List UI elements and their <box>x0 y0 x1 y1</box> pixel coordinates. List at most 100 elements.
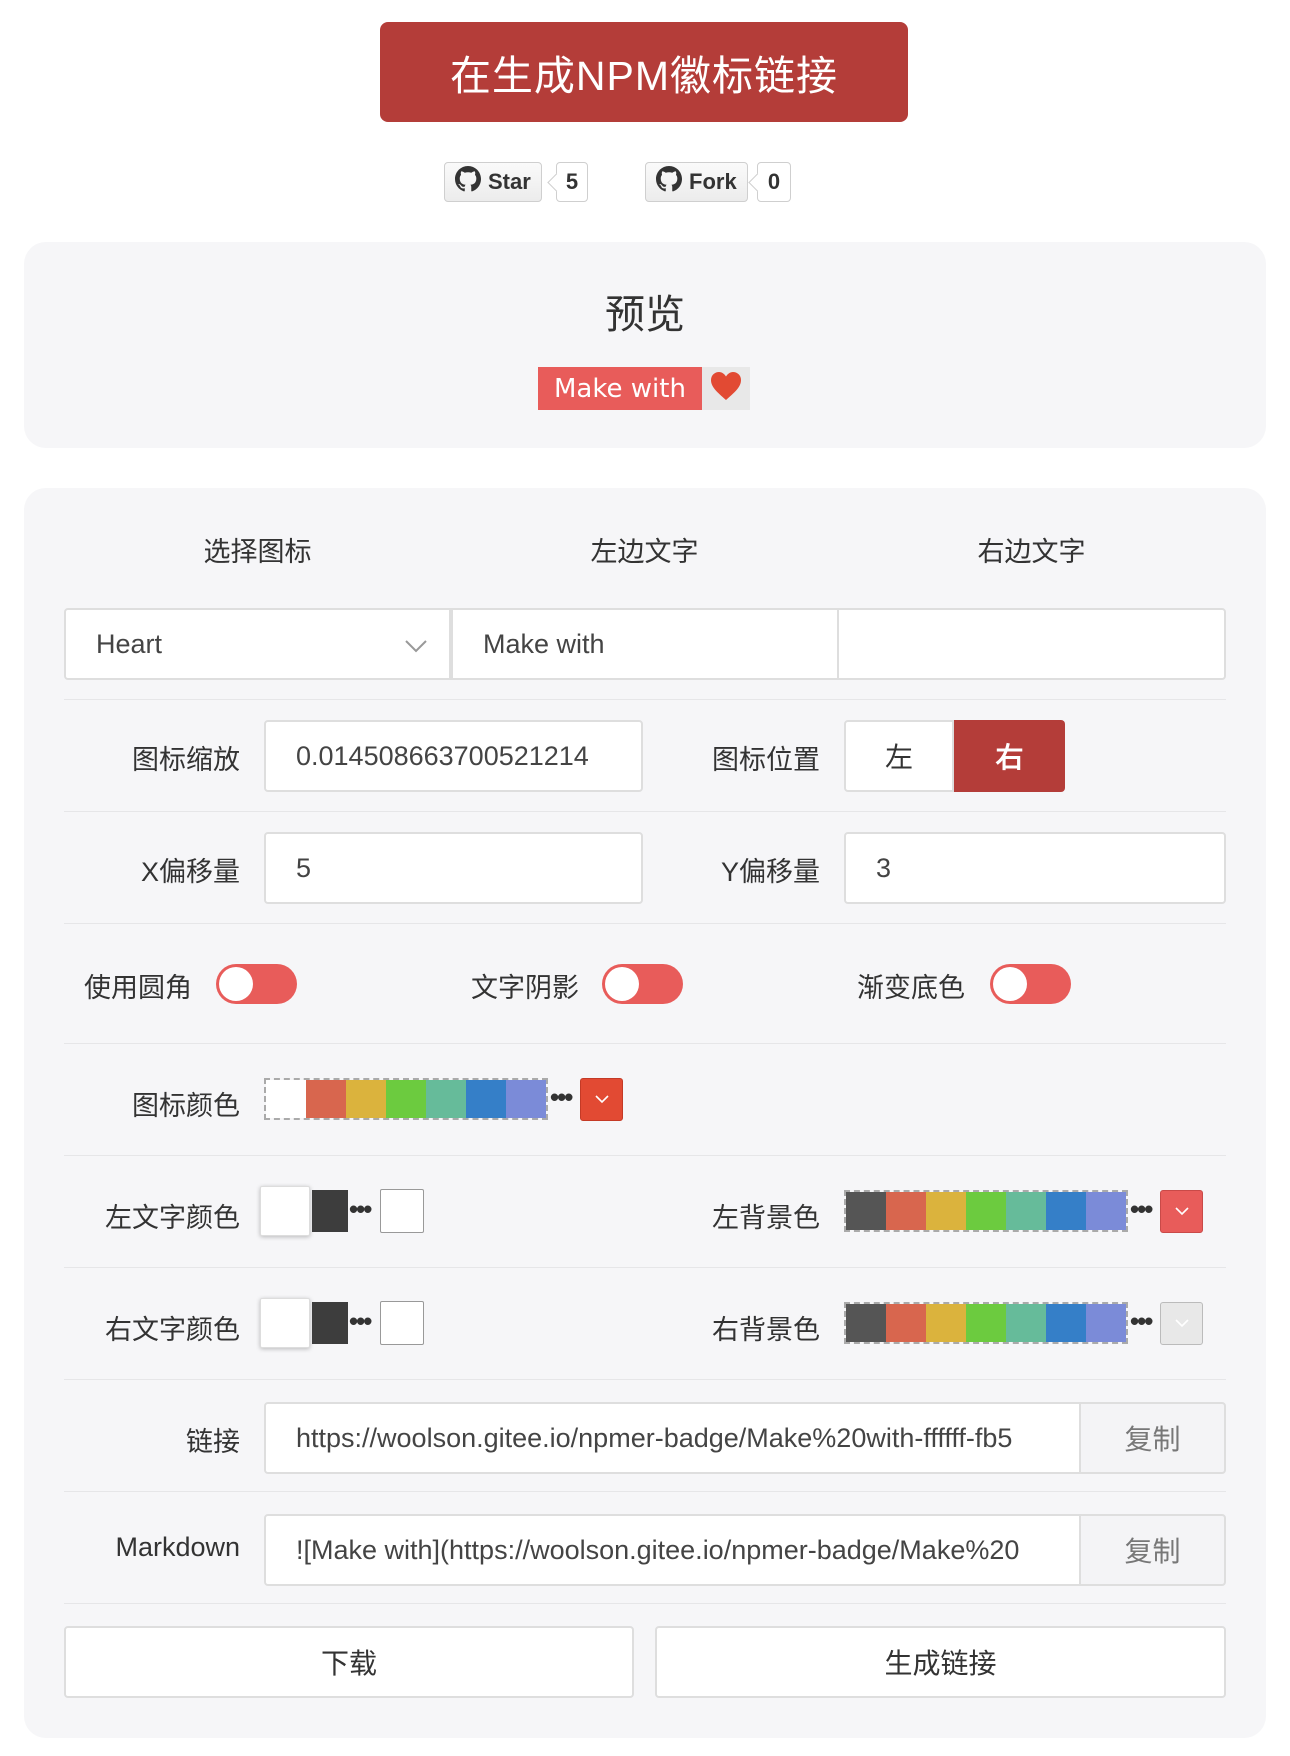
github-icon <box>656 166 682 198</box>
text-shadow-label: 文字阴影 <box>471 973 579 1003</box>
right-bg-color-label: 右背景色 <box>712 1315 820 1345</box>
switch-knob <box>993 967 1027 1001</box>
badge-preview: Make with <box>538 367 750 410</box>
rounded-corner-label: 使用圆角 <box>84 973 192 1003</box>
link-label: 链接 <box>186 1427 240 1457</box>
more-colors-icon[interactable]: ••• <box>1130 1196 1153 1222</box>
right-bg-color-picker[interactable] <box>1160 1302 1203 1345</box>
left-text-color-swatch-dark[interactable] <box>312 1190 348 1232</box>
swatch-green[interactable] <box>966 1192 1006 1230</box>
divider <box>64 1043 1226 1044</box>
badge-right <box>701 367 750 410</box>
right-text-input[interactable] <box>837 608 1226 680</box>
icon-color-label: 图标颜色 <box>132 1091 240 1121</box>
swatch-orange[interactable] <box>886 1192 926 1230</box>
swatch-purple[interactable] <box>506 1080 546 1118</box>
divider <box>64 1155 1226 1156</box>
swatch-yellow[interactable] <box>926 1304 966 1342</box>
divider <box>64 1603 1226 1604</box>
right-text-color-swatch-dark[interactable] <box>312 1302 348 1344</box>
scale-input[interactable]: 0.014508663700521214 <box>264 720 643 792</box>
more-colors-icon[interactable]: ••• <box>349 1196 372 1222</box>
icon-color-palette[interactable] <box>264 1078 548 1120</box>
swatch-yellow[interactable] <box>346 1080 386 1118</box>
x-offset-input[interactable]: 5 <box>264 832 643 904</box>
left-text-color-picker[interactable] <box>380 1189 424 1233</box>
left-bg-palette[interactable] <box>844 1190 1128 1232</box>
icon-select-value: Heart <box>96 628 163 659</box>
swatch-orange[interactable] <box>306 1080 346 1118</box>
right-text-color-label: 右文字颜色 <box>105 1315 240 1345</box>
x-offset-label: X偏移量 <box>140 857 240 887</box>
right-bg-palette[interactable] <box>844 1302 1128 1344</box>
swatch-yellow[interactable] <box>926 1192 966 1230</box>
position-right-button[interactable]: 右 <box>954 720 1065 792</box>
chevron-down-icon <box>1174 1203 1189 1221</box>
markdown-output[interactable]: ![Make with](https://woolson.gitee.io/np… <box>264 1514 1081 1586</box>
swatch-orange[interactable] <box>886 1304 926 1342</box>
switch-knob <box>219 967 253 1001</box>
github-icon <box>455 166 481 198</box>
swatch-purple[interactable] <box>1086 1192 1126 1230</box>
copy-markdown-button[interactable]: 复制 <box>1079 1514 1226 1586</box>
more-colors-icon[interactable]: ••• <box>550 1084 573 1110</box>
swatch-blue[interactable] <box>1046 1192 1086 1230</box>
left-text-color-label: 左文字颜色 <box>105 1203 240 1233</box>
swatch-teal[interactable] <box>426 1080 466 1118</box>
preview-title: 预览 <box>605 293 685 337</box>
column-header-left-text: 左边文字 <box>590 537 699 567</box>
left-text-input[interactable]: Make with <box>451 608 839 680</box>
heart-icon <box>710 371 742 406</box>
left-bg-color-picker[interactable] <box>1160 1190 1203 1233</box>
swatch-green[interactable] <box>966 1304 1006 1342</box>
rounded-corner-switch[interactable] <box>216 964 297 1004</box>
star-label: Star <box>488 169 531 194</box>
chevron-down-icon <box>594 1091 609 1109</box>
badge-left-text: Make with <box>538 367 702 410</box>
more-colors-icon[interactable]: ••• <box>349 1308 372 1334</box>
github-star-button[interactable]: Star <box>444 162 542 202</box>
divider <box>64 699 1226 700</box>
fork-label: Fork <box>689 169 737 194</box>
swatch-gray[interactable] <box>846 1304 886 1342</box>
left-text-color-swatch-white[interactable] <box>260 1186 310 1236</box>
y-offset-label: Y偏移量 <box>720 857 820 887</box>
icon-color-picker[interactable] <box>580 1078 623 1121</box>
scale-label: 图标缩放 <box>132 745 240 775</box>
generate-badge-title-button[interactable]: 在生成NPM徽标链接 <box>380 22 908 122</box>
chevron-down-icon <box>405 629 427 660</box>
gradient-switch[interactable] <box>990 964 1071 1004</box>
y-offset-input[interactable]: 3 <box>844 832 1226 904</box>
swatch-blue[interactable] <box>1046 1304 1086 1342</box>
swatch-white[interactable] <box>266 1080 306 1118</box>
copy-link-button[interactable]: 复制 <box>1079 1402 1226 1474</box>
link-output[interactable]: https://woolson.gitee.io/npmer-badge/Mak… <box>264 1402 1081 1474</box>
column-header-icon: 选择图标 <box>203 537 312 567</box>
swatch-teal[interactable] <box>1006 1304 1046 1342</box>
generate-link-button[interactable]: 生成链接 <box>655 1626 1226 1698</box>
markdown-label: Markdown <box>115 1532 240 1562</box>
divider <box>64 1491 1226 1492</box>
position-label: 图标位置 <box>712 745 820 775</box>
icon-select[interactable]: Heart <box>64 608 451 680</box>
right-text-color-picker[interactable] <box>380 1301 424 1345</box>
download-button[interactable]: 下载 <box>64 1626 634 1698</box>
chevron-down-icon <box>1174 1315 1189 1333</box>
more-colors-icon[interactable]: ••• <box>1130 1308 1153 1334</box>
swatch-green[interactable] <box>386 1080 426 1118</box>
text-shadow-switch[interactable] <box>602 964 683 1004</box>
star-count[interactable]: 5 <box>556 162 588 202</box>
swatch-gray[interactable] <box>846 1192 886 1230</box>
swatch-blue[interactable] <box>466 1080 506 1118</box>
github-fork-button[interactable]: Fork <box>645 162 748 202</box>
position-left-button[interactable]: 左 <box>844 720 954 792</box>
divider <box>64 1267 1226 1268</box>
gradient-label: 渐变底色 <box>857 973 965 1003</box>
right-text-color-swatch-white[interactable] <box>260 1298 310 1348</box>
switch-knob <box>605 967 639 1001</box>
divider <box>64 1379 1226 1380</box>
swatch-purple[interactable] <box>1086 1304 1126 1342</box>
divider <box>64 811 1226 812</box>
swatch-teal[interactable] <box>1006 1192 1046 1230</box>
fork-count[interactable]: 0 <box>757 162 791 202</box>
